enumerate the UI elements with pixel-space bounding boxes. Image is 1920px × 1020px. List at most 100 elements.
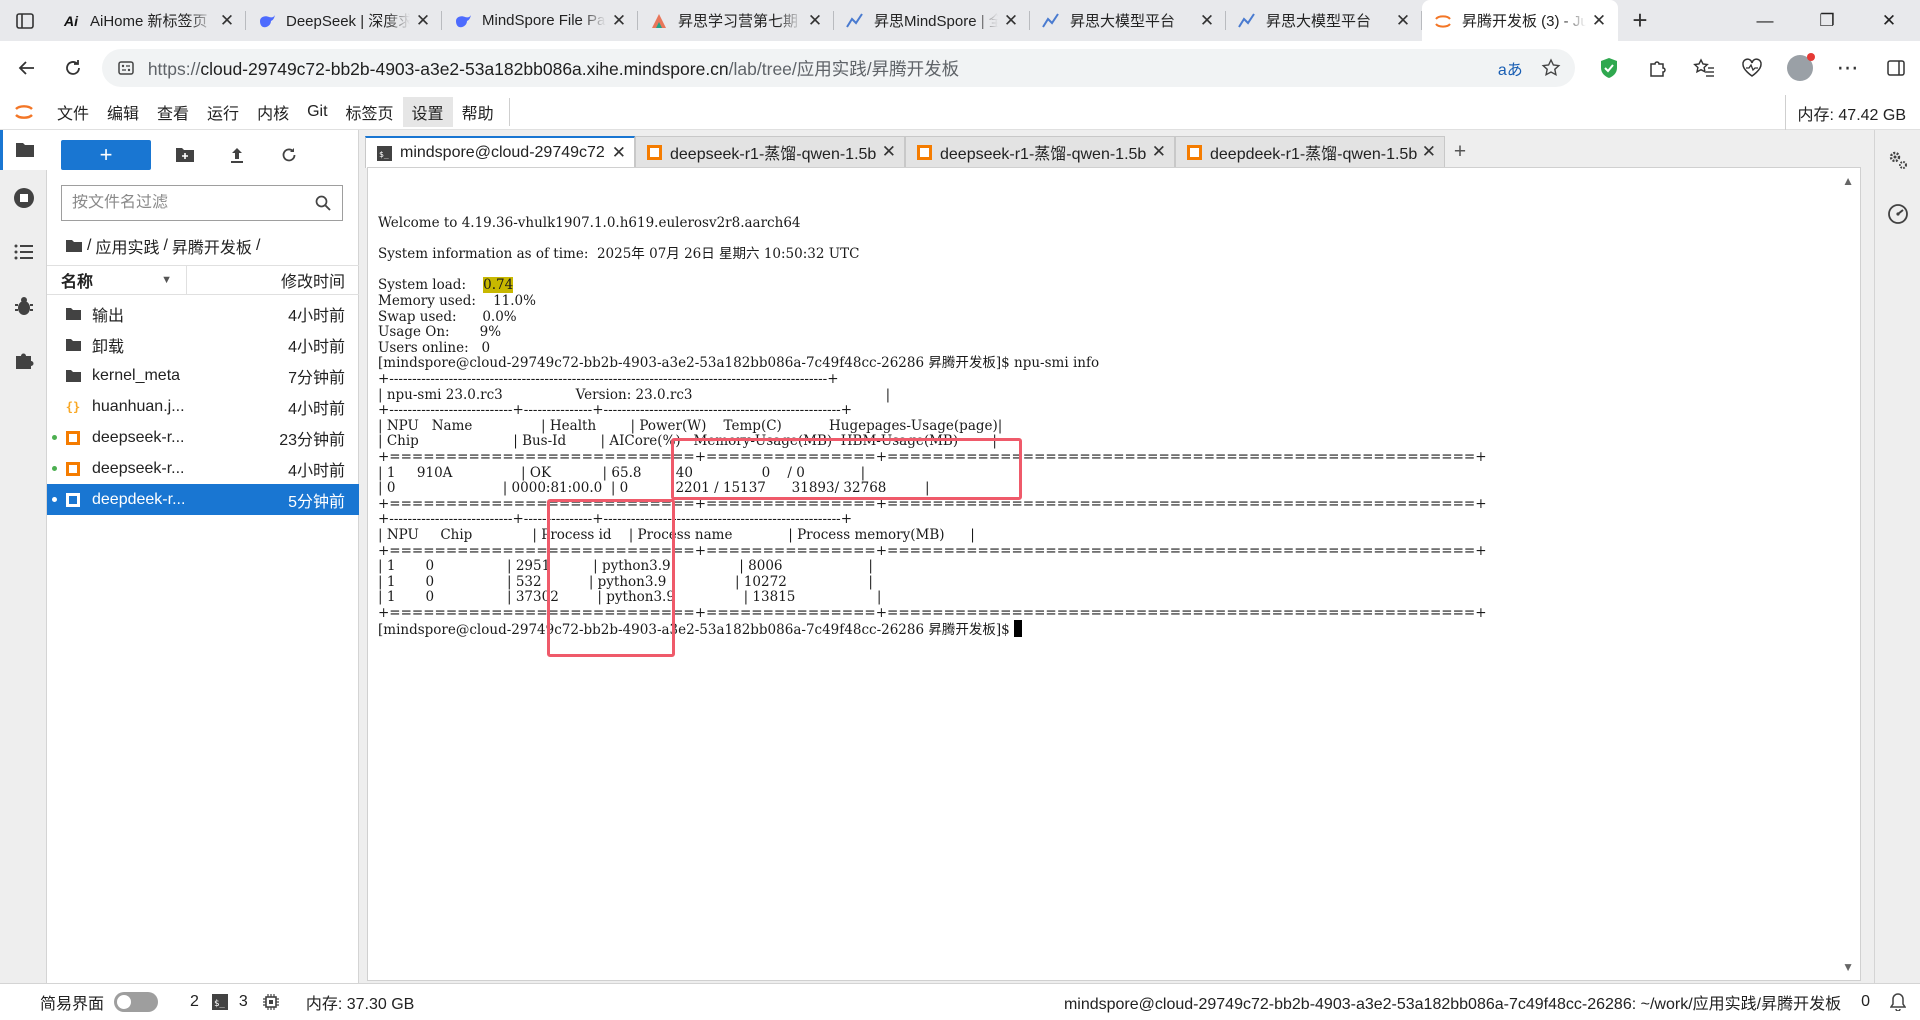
notification-count[interactable]: 0	[1861, 993, 1870, 1011]
folder-icon	[16, 143, 34, 157]
close-tab-icon[interactable]: ✕	[1422, 142, 1436, 162]
close-tab-icon[interactable]: ✕	[610, 11, 628, 31]
close-tab-icon[interactable]: ✕	[1198, 11, 1216, 31]
menu-separator	[508, 98, 510, 126]
close-tab-icon[interactable]: ✕	[1152, 142, 1166, 162]
file-filter-input[interactable]	[72, 194, 314, 212]
document-tab-0[interactable]: $_ mindspore@cloud-29749c72 ✕	[365, 136, 635, 168]
file-list-item[interactable]: deepseek-r... 4小时前	[47, 453, 359, 484]
menu-item-8[interactable]: 帮助	[453, 97, 503, 127]
kernel-status[interactable]	[262, 993, 280, 1011]
svg-text:$_: $_	[379, 150, 389, 159]
new-tab-add-button[interactable]: +	[1445, 136, 1475, 167]
translate-icon[interactable]: aあ	[1498, 56, 1523, 80]
browser-essentials-button[interactable]	[1728, 48, 1776, 88]
terminal-icon: $_	[211, 994, 228, 1010]
close-window-button[interactable]: ✕	[1858, 0, 1920, 41]
close-tab-icon[interactable]: ✕	[414, 11, 432, 31]
browser-tab-4[interactable]: 昇思MindSpore | 全 ✕	[834, 0, 1030, 41]
address-bar[interactable]: https://cloud-29749c72-bb2b-4903-a3e2-53…	[101, 49, 1575, 87]
menu-item-1[interactable]: 编辑	[98, 97, 148, 127]
notebook-icon	[64, 429, 82, 447]
menu-item-4[interactable]: 内核	[248, 97, 298, 127]
menu-item-0[interactable]: 文件	[48, 97, 98, 127]
home-folder-icon[interactable]	[65, 238, 83, 254]
back-button[interactable]	[4, 48, 50, 88]
minimize-button[interactable]: —	[1734, 0, 1796, 41]
restore-button[interactable]: ❐	[1796, 0, 1858, 41]
browser-tab-1[interactable]: DeepSeek | 深度求索✕	[246, 0, 442, 41]
breadcrumb-item-1[interactable]: 昇腾开发板	[172, 234, 252, 258]
site-info-icon[interactable]	[116, 58, 136, 78]
notification-bell-icon[interactable]	[1890, 993, 1906, 1011]
tab-actions-menu[interactable]	[0, 0, 50, 41]
file-list-item[interactable]: kernel_meta 7分钟前	[47, 360, 359, 391]
breadcrumb-separator: /	[255, 237, 261, 254]
file-list-item[interactable]: deepseek-r... 23分钟前	[47, 422, 359, 453]
refresh-files-button[interactable]	[263, 140, 315, 170]
json-file-icon: {}	[65, 399, 81, 414]
document-tab-1[interactable]: deepseek-r1-蒸馏-qwen-1.5b ✕	[635, 136, 905, 167]
scroll-up-arrow[interactable]: ▲	[1842, 174, 1854, 188]
url-text[interactable]: https://cloud-29749c72-bb2b-4903-a3e2-53…	[148, 56, 1498, 81]
profile-button[interactable]	[1776, 48, 1824, 88]
favorites-button[interactable]	[1681, 48, 1729, 88]
close-tab-icon[interactable]: ✕	[882, 142, 896, 162]
file-browser-tab[interactable]	[0, 130, 47, 170]
aihome-icon: Ai	[64, 12, 78, 29]
browser-menu-button[interactable]: ⋯	[1824, 48, 1872, 88]
browser-tab-6[interactable]: 昇思大模型平台 ✕	[1226, 0, 1422, 41]
upload-button[interactable]	[211, 140, 263, 170]
file-list-item[interactable]: 输出 4小时前	[47, 298, 359, 329]
menu-item-3[interactable]: 运行	[198, 97, 248, 127]
favorite-star-icon[interactable]	[1541, 58, 1561, 78]
new-tab-button[interactable]: +	[1618, 0, 1662, 41]
terminal-count[interactable]: $_ 3	[211, 993, 248, 1011]
close-tab-icon[interactable]: ✕	[218, 11, 236, 31]
file-list-item[interactable]: 卸载 4小时前	[47, 329, 359, 360]
browser-tab-0[interactable]: Ai AiHome 新标签页 ✕	[50, 0, 246, 41]
close-tab-icon[interactable]: ✕	[1002, 11, 1020, 31]
new-launcher-button[interactable]: +	[61, 140, 151, 170]
debugger-tab[interactable]	[0, 286, 47, 326]
running-sessions-tab[interactable]	[0, 178, 47, 218]
browser-tab-5[interactable]: 昇思大模型平台 ✕	[1030, 0, 1226, 41]
file-list-item[interactable]: deepdeek-r... 5分钟前	[47, 484, 359, 515]
scroll-down-arrow[interactable]: ▼	[1842, 960, 1854, 974]
breadcrumb-item-0[interactable]: 应用实践	[95, 234, 159, 258]
extension-manager-tab[interactable]	[0, 340, 47, 380]
browser-tab-3[interactable]: 昇思学习营第七期 ✕	[638, 0, 834, 41]
menu-item-7[interactable]: 设置	[402, 97, 453, 127]
terminal-line: [mindspore@cloud-29749c72-bb2b-4903-a3e2…	[378, 619, 1023, 638]
extensions-button[interactable]	[1633, 48, 1681, 88]
menu-item-2[interactable]: 查看	[148, 97, 198, 127]
close-tab-icon[interactable]: ✕	[612, 143, 626, 163]
browser-tab-title: 昇思学习营第七期	[678, 13, 799, 30]
close-tab-icon[interactable]: ✕	[1590, 11, 1608, 31]
browser-tab-2[interactable]: MindSpore File Path ✕	[442, 0, 638, 41]
close-tab-icon[interactable]: ✕	[806, 11, 824, 31]
menu-item-5[interactable]: Git	[298, 97, 336, 127]
document-tab-3[interactable]: deepdeek-r1-蒸馏-qwen-1.5b ✕	[1175, 136, 1445, 167]
terminal-panel[interactable]: Welcome to 4.19.36-vhulk1907.1.0.h619.eu…	[367, 167, 1861, 981]
table-of-contents-tab[interactable]	[0, 232, 47, 272]
property-inspector-tab[interactable]	[1875, 140, 1920, 180]
sort-by-name-header[interactable]: 名称 ▼	[47, 266, 187, 294]
sidebar-toggle-button[interactable]	[1872, 48, 1920, 88]
file-filter-input-box[interactable]	[61, 185, 343, 221]
file-list-item[interactable]: {} huanhuan.j... 4小时前	[47, 391, 359, 422]
new-folder-button[interactable]	[159, 140, 211, 170]
kernel-count[interactable]: 2	[190, 993, 199, 1011]
mindspore-chart-icon	[846, 12, 864, 30]
menu-item-6[interactable]: 标签页	[337, 97, 403, 127]
extension-shield-button[interactable]	[1585, 48, 1633, 88]
browser-tab-7[interactable]: 昇腾开发板 (3) - JupyterLab✕	[1422, 0, 1618, 41]
document-tab-2[interactable]: deepseek-r1-蒸馏-qwen-1.5b ✕	[905, 136, 1175, 167]
resource-monitor-tab[interactable]	[1875, 194, 1920, 234]
folder-icon	[64, 305, 82, 323]
terminal-line-text: +---------------------------------------…	[378, 371, 839, 387]
sort-by-modified-header[interactable]: 修改时间	[187, 268, 359, 292]
refresh-button[interactable]	[50, 48, 96, 88]
close-tab-icon[interactable]: ✕	[1394, 11, 1412, 31]
simple-mode-toggle[interactable]	[114, 992, 159, 1012]
